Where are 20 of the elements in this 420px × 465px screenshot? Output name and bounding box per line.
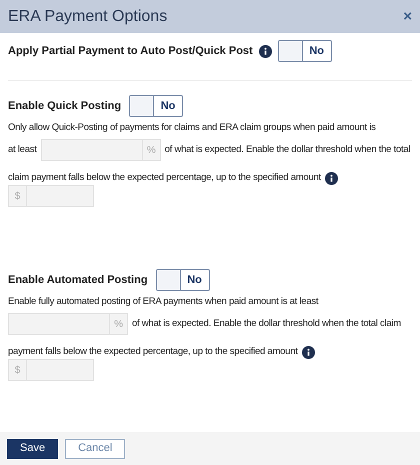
section-label: Enable Automated Posting	[8, 272, 148, 288]
description-text: of what is expected. Enable the dollar threshold when the total	[164, 142, 410, 157]
description-text: claim payment falls below the expected percentage, up to the specified amount	[8, 171, 321, 185]
section-label: Enable Quick Posting	[8, 98, 122, 114]
save-button[interactable]: Save	[7, 438, 58, 458]
toggle-switch[interactable]: No	[278, 40, 332, 62]
dialog-title: ERA Payment Options	[8, 6, 168, 26]
toggle-switch[interactable]: No	[156, 269, 210, 291]
info-icon	[258, 44, 272, 58]
description-text: Only allow Quick-Posting of payments for claims and ERA claim groups when paid amount is	[8, 121, 376, 135]
close-button[interactable]: ×	[403, 9, 412, 24]
description-text: at least	[8, 142, 37, 157]
description-text: payment falls below the expected percentage, up to the specified amount	[8, 345, 298, 359]
partial-payment-label: Apply Partial Payment to Auto Post/Quick Post	[8, 44, 253, 59]
toggle-switch[interactable]: No	[129, 95, 184, 117]
description-text: Enable fully automated posting of ERA payments when paid amount is at least	[8, 295, 318, 309]
cancel-button[interactable]: Cancel	[65, 438, 126, 458]
description-text: of what is expected. Enable the dollar threshold when the total claim	[132, 316, 401, 331]
info-icon	[324, 172, 338, 184]
info-icon	[302, 346, 315, 358]
